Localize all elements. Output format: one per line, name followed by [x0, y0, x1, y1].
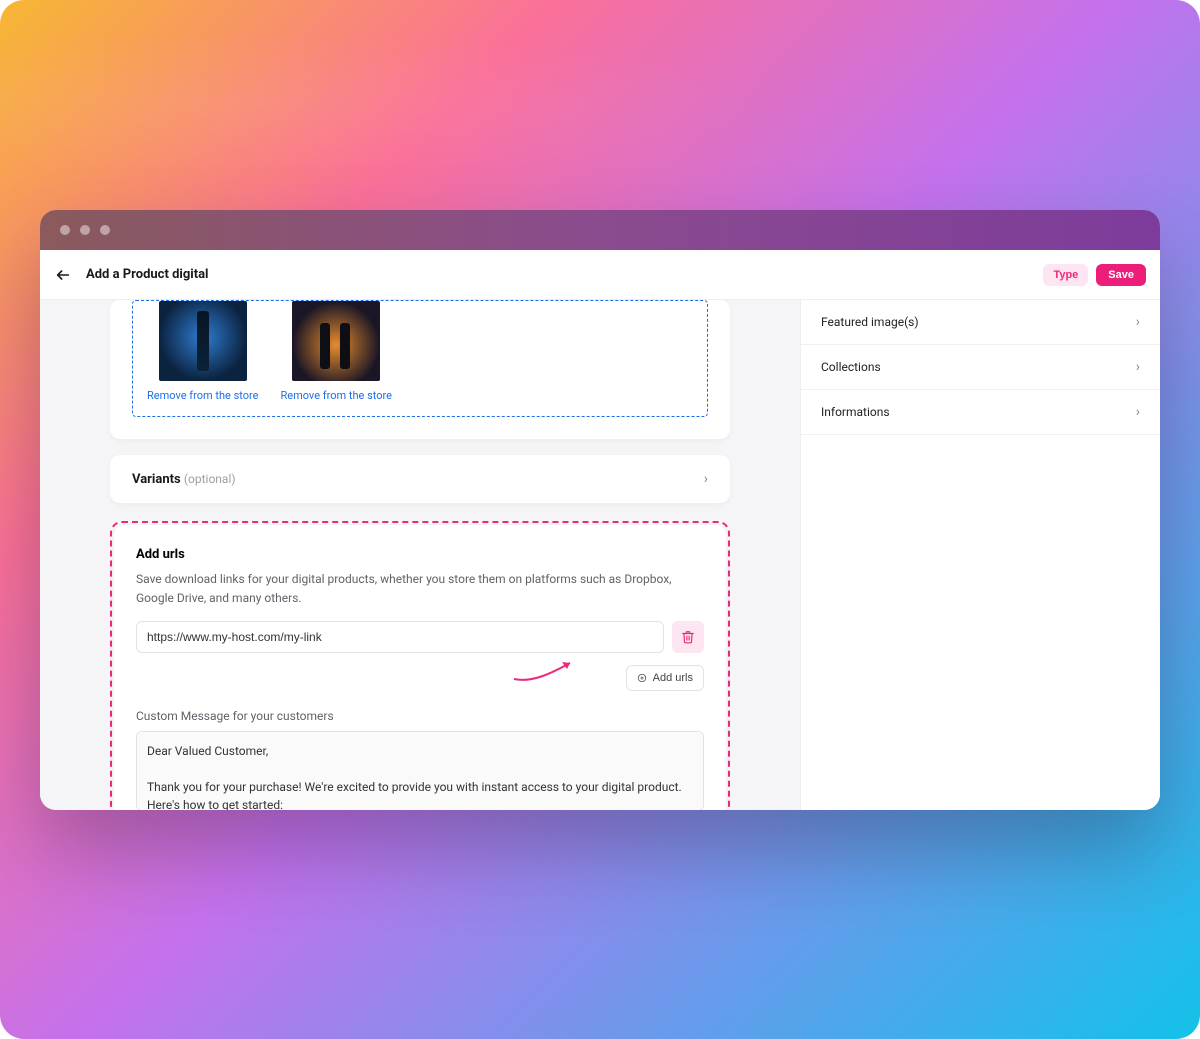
sidebar-item-label: Collections — [821, 360, 881, 374]
arrow-left-icon — [55, 267, 71, 283]
sidebar-item-collections[interactable]: Collections › — [801, 345, 1160, 390]
variants-card[interactable]: Variants (optional) › — [110, 455, 730, 503]
window-dot — [100, 225, 110, 235]
image-item: Remove from the store — [147, 301, 258, 402]
sidebar: Featured image(s) › Collections › Inform… — [800, 300, 1160, 810]
product-image-thumbnail[interactable] — [159, 301, 247, 381]
remove-image-link[interactable]: Remove from the store — [147, 389, 258, 402]
url-input[interactable] — [136, 621, 664, 653]
product-image-thumbnail[interactable] — [292, 301, 380, 381]
remove-image-link[interactable]: Remove from the store — [280, 389, 391, 402]
window-dot — [60, 225, 70, 235]
type-button[interactable]: Type — [1043, 264, 1088, 286]
sidebar-item-label: Informations — [821, 405, 890, 419]
page-header: Add a Product digital Type Save — [40, 250, 1160, 300]
variants-optional: (optional) — [184, 472, 236, 486]
urls-description: Save download links for your digital pro… — [136, 570, 704, 607]
sidebar-item-informations[interactable]: Informations › — [801, 390, 1160, 435]
images-dropzone[interactable]: Remove from the store Remove from the st… — [132, 300, 708, 417]
window-dot — [80, 225, 90, 235]
add-urls-label: Add urls — [653, 672, 693, 684]
page-title: Add a Product digital — [86, 267, 209, 282]
variants-label: Variants — [132, 472, 181, 487]
chevron-right-icon: › — [704, 471, 708, 487]
sidebar-item-label: Featured image(s) — [821, 315, 919, 329]
plus-circle-icon — [637, 673, 647, 683]
delete-url-button[interactable] — [672, 621, 704, 653]
sidebar-item-featured-images[interactable]: Featured image(s) › — [801, 300, 1160, 345]
images-card: Remove from the store Remove from the st… — [110, 300, 730, 439]
window-titlebar — [40, 210, 1160, 250]
main-column: Remove from the store Remove from the st… — [40, 300, 800, 810]
trash-icon — [681, 630, 695, 644]
add-urls-button[interactable]: Add urls — [626, 665, 704, 691]
urls-heading: Add urls — [136, 547, 704, 562]
urls-emphasis-border: Add urls Save download links for your di… — [110, 521, 730, 810]
chevron-right-icon: › — [1136, 314, 1140, 330]
save-button[interactable]: Save — [1096, 264, 1146, 286]
chevron-right-icon: › — [1136, 404, 1140, 420]
image-item: Remove from the store — [280, 301, 391, 402]
back-button[interactable] — [54, 266, 72, 284]
urls-card: Add urls Save download links for your di… — [114, 525, 726, 810]
variants-title: Variants (optional) — [132, 472, 236, 487]
chevron-right-icon: › — [1136, 359, 1140, 375]
custom-message-textarea[interactable]: Dear Valued Customer, Thank you for your… — [136, 731, 704, 810]
browser-window: Add a Product digital Type Save Remove f… — [40, 210, 1160, 810]
custom-message-label: Custom Message for your customers — [136, 709, 704, 723]
